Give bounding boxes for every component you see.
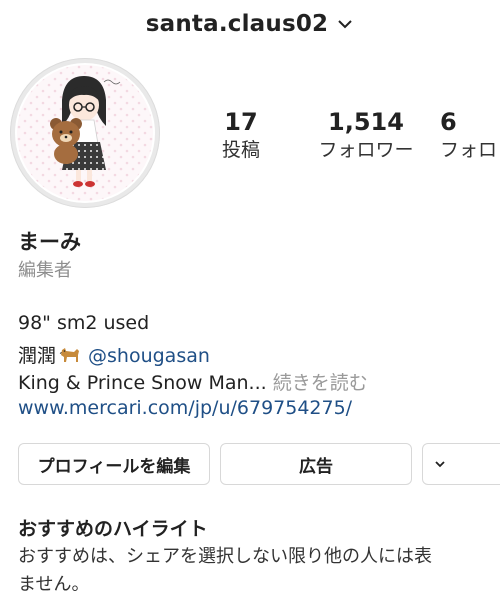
profile-category: 編集者 bbox=[18, 260, 72, 281]
username: santa.claus02 bbox=[145, 11, 329, 37]
stat-followers[interactable]: 1,514 フォロワー bbox=[306, 108, 426, 164]
bio-line-2-text: 潤潤 bbox=[18, 345, 57, 367]
bio-line-2: 潤潤 @shougasan bbox=[18, 341, 210, 368]
posts-count: 17 bbox=[224, 108, 258, 136]
bio-line-3-text: King & Prince Snow Man... bbox=[18, 372, 267, 394]
profile-stats: 17 投稿 1,514 フォロワー 6 フォロ bbox=[0, 108, 500, 178]
highlights-description: おすすめは、シェアを選択しない限り他の人には表 ません。 bbox=[18, 543, 494, 599]
bio-mention-link[interactable]: @shougasan bbox=[88, 345, 210, 367]
stat-following[interactable]: 6 フォロ bbox=[440, 108, 500, 164]
highlights-desc-line-1: おすすめは、シェアを選択しない限り他の人には表 bbox=[18, 546, 432, 567]
read-more-link[interactable]: 続きを読む bbox=[273, 372, 368, 394]
person-add-icon bbox=[435, 461, 445, 468]
following-count: 6 bbox=[440, 108, 457, 136]
username-header[interactable]: santa.claus02 bbox=[0, 6, 500, 42]
dog-emoji-icon bbox=[59, 348, 80, 362]
bio-line-3: King & Prince Snow Man... 続きを読む bbox=[18, 368, 368, 395]
followers-count: 1,514 bbox=[328, 108, 404, 136]
highlights-desc-line-2: ません。 bbox=[18, 574, 90, 595]
highlights-title: おすすめのハイライト bbox=[18, 518, 208, 540]
following-label: フォロ bbox=[440, 139, 498, 161]
suggested-people-button[interactable] bbox=[422, 443, 500, 485]
posts-label: 投稿 bbox=[221, 139, 260, 161]
edit-profile-button[interactable]: プロフィールを編集 bbox=[18, 443, 210, 485]
profile-name: まーみ bbox=[18, 230, 81, 254]
bio-website-link[interactable]: www.mercari.com/jp/u/679754275/ bbox=[18, 397, 352, 419]
followers-label: フォロワー bbox=[318, 139, 414, 161]
ad-button[interactable]: 広告 bbox=[220, 443, 412, 485]
bio-line-1: 98" sm2 used bbox=[18, 312, 150, 334]
chevron-down-icon[interactable] bbox=[336, 15, 354, 33]
stat-posts[interactable]: 17 投稿 bbox=[205, 108, 277, 164]
